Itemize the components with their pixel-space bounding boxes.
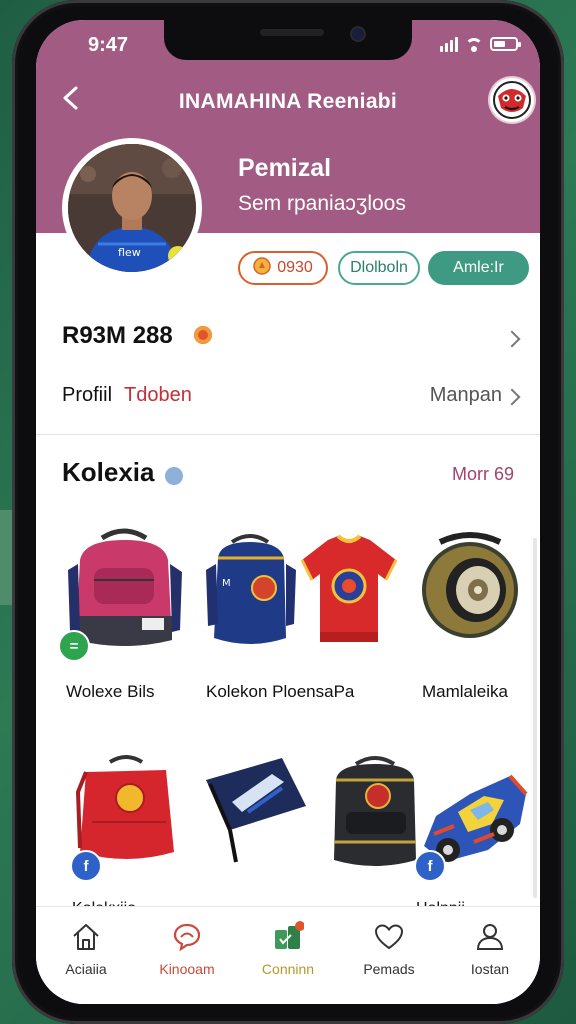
item-label-3: Mamlaleika bbox=[422, 682, 508, 701]
collection-item-dark-backpack[interactable] bbox=[322, 752, 428, 876]
profile-label-accent: Tdoben bbox=[124, 384, 192, 406]
team-crest-icon[interactable] bbox=[490, 78, 534, 122]
chevron-right-icon bbox=[503, 330, 521, 348]
heart-icon bbox=[374, 924, 404, 950]
notch bbox=[164, 20, 412, 60]
item-label-1: Wolexe Bils bbox=[66, 682, 155, 701]
more-link[interactable]: Morr 69 bbox=[452, 464, 514, 485]
signal-icon bbox=[440, 36, 458, 52]
status-chip-label: Dlolboln bbox=[350, 259, 408, 276]
screen: 9:47 INAMAHINA Reeniabi flew Pemizal Sem… bbox=[36, 20, 540, 1004]
backpack-blue-icon: M bbox=[206, 534, 296, 644]
divider bbox=[36, 434, 540, 435]
front-camera bbox=[352, 28, 364, 40]
svg-text:M: M bbox=[222, 578, 231, 589]
status-icons bbox=[440, 34, 521, 52]
status-chip[interactable]: Dlolboln bbox=[338, 251, 420, 285]
nav-item-home[interactable]: Aciaiia bbox=[36, 907, 136, 1004]
stats-value: R93M 288 bbox=[62, 322, 173, 349]
coins-chip[interactable]: 0930 bbox=[238, 251, 328, 285]
nav-label-shop: Conninn bbox=[261, 961, 315, 977]
coin-icon bbox=[253, 256, 271, 280]
facebook-badge: f bbox=[70, 850, 102, 882]
action-chip-label: Amle:Ir bbox=[453, 259, 504, 276]
wifi-icon bbox=[464, 36, 484, 52]
player-photo: flew bbox=[68, 144, 196, 272]
nav-item-shop[interactable]: Conninn bbox=[238, 907, 338, 1004]
info-icon bbox=[165, 467, 183, 485]
shop-icon bbox=[275, 921, 304, 949]
nav-item-chat[interactable]: Kinooam bbox=[137, 907, 237, 1004]
collection-item-toy-car[interactable]: f bbox=[414, 764, 532, 882]
nav-label-favorites: Pemads bbox=[363, 961, 415, 977]
stats-row[interactable]: R93M 288 bbox=[62, 318, 524, 358]
nav-label-chat: Kinooam bbox=[159, 961, 215, 977]
coins-value: 0930 bbox=[277, 259, 313, 276]
collection-item-speaker[interactable] bbox=[414, 530, 526, 644]
svg-text:flew: flew bbox=[118, 246, 141, 259]
collection-item-jersey[interactable] bbox=[298, 532, 400, 652]
nav-item-profile[interactable]: Iostan bbox=[440, 907, 540, 1004]
profile-label: Profiil bbox=[62, 384, 113, 406]
collection-title: Kolexia bbox=[62, 457, 155, 487]
phone-frame: 9:47 INAMAHINA Reeniabi flew Pemizal Sem… bbox=[12, 0, 564, 1024]
scrollbar[interactable] bbox=[533, 538, 537, 898]
speaker bbox=[260, 29, 324, 36]
facebook-badge: f bbox=[414, 850, 446, 882]
bottom-nav: Aciaiia Kinooam Conninn Pemads Iostan bbox=[36, 906, 540, 1004]
battery-icon bbox=[490, 37, 521, 51]
speaker-icon bbox=[422, 532, 518, 638]
nav-label-home: Aciaiia bbox=[65, 961, 107, 977]
item-label-2: Kolekon PloensaPa bbox=[206, 682, 355, 701]
nav-item-favorites[interactable]: Pemads bbox=[339, 907, 439, 1004]
action-chip[interactable]: Amle:Ir bbox=[428, 251, 529, 285]
manage-label: Manpan bbox=[429, 384, 502, 406]
fire-icon bbox=[194, 326, 212, 344]
collection-item-backpack-blue[interactable]: M bbox=[202, 528, 298, 652]
profile-row[interactable]: Profiil Tdoben Manpan bbox=[62, 380, 524, 414]
avatar[interactable]: flew bbox=[62, 138, 202, 278]
verified-badge: = bbox=[58, 630, 90, 662]
nav-label-profile: Iostan bbox=[470, 961, 510, 977]
profile-name: Pemizal bbox=[238, 154, 332, 182]
profile-subtitle: Sem rpaniaɔʒloos bbox=[238, 192, 406, 215]
app-title: INAMAHINA Reeniabi bbox=[178, 90, 398, 113]
collection-item-red-bag[interactable]: f bbox=[66, 752, 186, 882]
status-time: 9:47 bbox=[88, 34, 129, 56]
home-icon bbox=[73, 924, 99, 950]
jersey-icon bbox=[300, 534, 398, 642]
collection-item-backpack[interactable]: = bbox=[54, 520, 194, 662]
flag-icon bbox=[206, 758, 306, 863]
collection-item-flag[interactable] bbox=[202, 752, 310, 872]
chat-icon bbox=[173, 923, 201, 952]
dark-backpack-icon bbox=[334, 756, 416, 866]
battery-fill bbox=[494, 41, 505, 47]
user-icon bbox=[476, 924, 504, 950]
chevron-right-icon bbox=[503, 388, 521, 406]
